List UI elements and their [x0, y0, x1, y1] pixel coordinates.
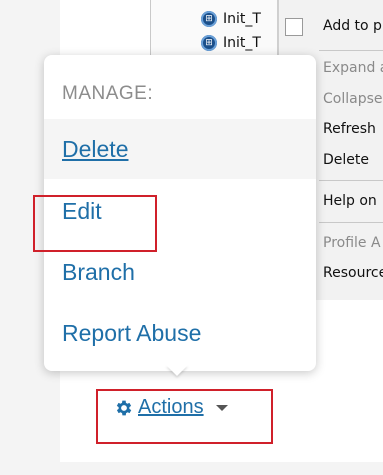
context-menu-item: Delete [323, 152, 369, 168]
menu-item-label: Report Abuse [62, 319, 202, 346]
context-menu-item: Help on [323, 193, 377, 209]
context-menu-item: Profile A [323, 235, 381, 251]
menu-separator [319, 222, 383, 223]
menu-separator [319, 50, 383, 51]
menu-item-report-abuse[interactable]: Report Abuse [44, 303, 316, 363]
context-menu-item: Add to p [323, 18, 382, 34]
chevron-down-icon [215, 404, 228, 411]
menu-item-label: Delete [62, 135, 129, 162]
context-menu-item: Resource [323, 265, 383, 281]
menu-separator [319, 180, 383, 181]
uml-component-icon: ⊞ [201, 35, 217, 51]
context-menu-item: Refresh [323, 121, 376, 137]
gear-icon [116, 400, 132, 415]
tree-item-label: Init_T [223, 11, 261, 27]
annotation-box-edit [33, 195, 157, 252]
context-menu-item: Expand a [323, 60, 383, 76]
uml-component-icon: ⊞ [201, 11, 217, 27]
tree-item: ⊞ Init_T [201, 9, 261, 29]
dropdown-caret [166, 365, 188, 376]
tree-item-label: Init_T [223, 35, 261, 51]
context-menu-item: Collapse [323, 91, 383, 107]
menu-item-delete[interactable]: Delete [44, 119, 316, 179]
add-icon [285, 18, 303, 36]
actions-label: Actions [138, 396, 204, 418]
tree-item: ⊞ Init_T [201, 33, 261, 53]
menu-item-label: Branch [62, 258, 135, 285]
actions-button[interactable]: Actions [114, 396, 228, 419]
menu-header: MANAGE: [62, 83, 154, 104]
